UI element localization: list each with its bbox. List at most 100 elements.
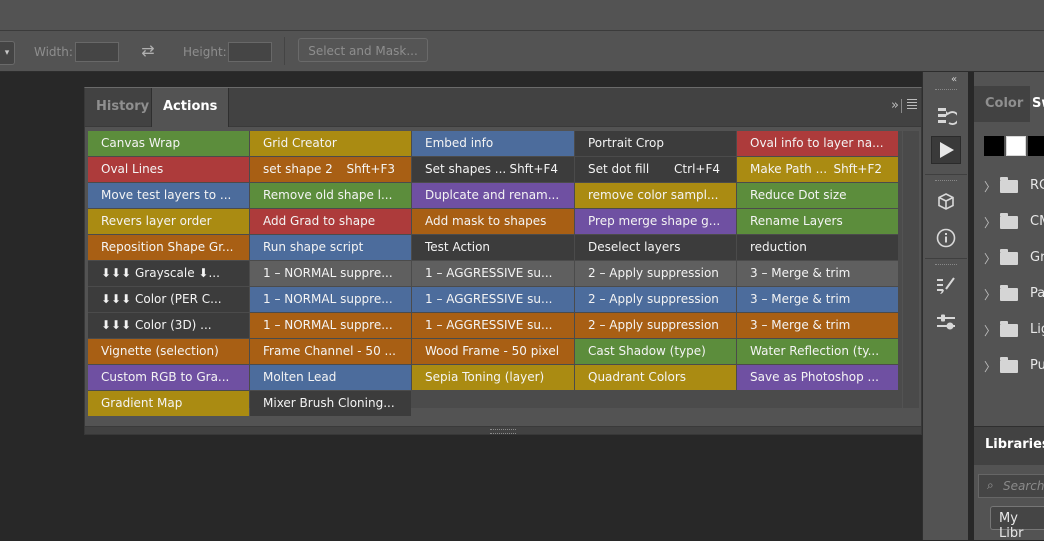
tab-actions[interactable]: Actions [151,88,230,127]
action-button[interactable]: Oval info to layer na... [737,131,898,156]
tab-history[interactable]: History [85,88,160,126]
dock-grip[interactable] [935,89,957,92]
info-icon[interactable] [931,224,961,252]
action-button[interactable]: Run shape script [250,235,411,260]
tab-swatches[interactable]: Sw [1030,86,1044,123]
action-button[interactable]: Canvas Wrap [88,131,249,156]
action-button[interactable]: Sepia Toning (layer) [412,365,574,390]
action-name: ⬇⬇⬇ Color (3D) ... [101,318,212,332]
action-button[interactable]: Molten Lead [250,365,411,390]
scrollbar[interactable] [903,131,919,408]
width-label: Width: [34,45,73,59]
swatch-group[interactable]: 〉 Pu [974,348,1044,384]
play-action-icon[interactable] [931,136,961,164]
action-button[interactable]: Grid Creator [250,131,411,156]
action-button[interactable]: 2 – Apply suppression [575,313,736,338]
action-button[interactable]: remove color sampl... [575,183,736,208]
action-name: Add mask to shapes [425,214,547,228]
action-button[interactable]: Mixer Brush Cloning... [250,391,411,416]
chevron-right-icon[interactable]: 〉 [984,322,996,339]
style-dropdown[interactable]: ▾ [0,41,15,65]
width-field[interactable] [75,42,119,62]
action-button[interactable]: Vignette (selection) [88,339,249,364]
chevron-right-icon[interactable]: 〉 [984,178,996,195]
swatch-group[interactable]: 〉 Lig [974,312,1044,348]
history-brush-icon[interactable] [931,102,961,130]
dock-grip[interactable] [935,264,957,267]
panel-menu-icon[interactable] [907,99,917,109]
action-button[interactable]: Add Grad to shape [250,209,411,234]
swatch-group[interactable]: 〉 Pa [974,276,1044,312]
libraries-title[interactable]: Libraries [985,437,1044,452]
search-input[interactable]: ⌕ Search [978,474,1044,498]
action-button[interactable]: Reposition Shape Gr... [88,235,249,260]
action-button[interactable]: ⬇⬇⬇ Grayscale ⬇... [88,261,249,286]
swatch-white[interactable] [1006,136,1026,156]
swatch-black[interactable] [984,136,1004,156]
chevron-right-icon[interactable]: 〉 [984,214,996,231]
action-button[interactable]: Prep merge shape g... [575,209,736,234]
action-button[interactable]: Test Action [412,235,574,260]
action-button[interactable]: Deselect layers [575,235,736,260]
action-button[interactable]: Gradient Map [88,391,249,416]
action-button[interactable]: Custom RGB to Gra... [88,365,249,390]
swatch-black[interactable] [1028,136,1044,156]
action-button[interactable]: Add mask to shapes [412,209,574,234]
action-button[interactable]: Reduce Dot size [737,183,898,208]
action-button[interactable]: Make Path ... Shft+F2 [737,157,898,182]
action-button[interactable]: Oval Lines [88,157,249,182]
swap-icon[interactable]: ⇄ [137,41,159,61]
chevron-right-icon[interactable]: 〉 [984,286,996,303]
action-button[interactable]: Frame Channel - 50 ... [250,339,411,364]
chevron-right-icon[interactable]: 〉 [984,358,996,375]
action-button[interactable]: reduction [737,235,898,260]
action-button[interactable]: Move test layers to ... [88,183,249,208]
action-button[interactable]: ⬇⬇⬇ Color (PER C... [88,287,249,312]
action-button[interactable]: 1 – AGGRESSIVE su... [412,261,574,286]
action-button[interactable]: Save as Photoshop ... [737,365,898,390]
select-and-mask-button[interactable]: Select and Mask... [298,38,428,62]
action-button[interactable]: 1 – NORMAL suppre... [250,287,411,312]
action-button[interactable]: 1 – AGGRESSIVE su... [412,313,574,338]
action-button[interactable]: 1 – NORMAL suppre... [250,313,411,338]
action-button[interactable]: ⬇⬇⬇ Color (3D) ... [88,313,249,338]
action-button[interactable]: set shape 2 Shft+F3 [250,157,411,182]
collapse-dock-icon[interactable]: « [951,74,957,85]
action-button[interactable]: Embed info [412,131,574,156]
swatch-group[interactable]: 〉 RG [974,168,1044,204]
height-field[interactable] [228,42,272,62]
action-button[interactable]: Rename Layers [737,209,898,234]
library-select[interactable]: My Libr [990,506,1044,541]
action-button[interactable]: Remove old shape l... [250,183,411,208]
dock-grip[interactable] [935,180,957,183]
action-button[interactable]: 3 – Merge & trim [737,287,898,312]
adjust-icon[interactable] [931,308,961,336]
action-button[interactable]: 2 – Apply suppression [575,261,736,286]
swatch-group-name: Gr [1030,250,1044,265]
action-button[interactable]: 2 – Apply suppression [575,287,736,312]
tab-color[interactable]: Color [985,86,1023,122]
swatch-group[interactable]: 〉 CM [974,204,1044,240]
action-button[interactable]: 1 – NORMAL suppre... [250,261,411,286]
collapse-panel-icon[interactable]: » [891,98,899,113]
action-button[interactable]: Water Reflection (ty... [737,339,898,364]
3d-cube-icon[interactable] [931,188,961,216]
action-button[interactable]: 3 – Merge & trim [737,313,898,338]
action-name: 1 – NORMAL suppre... [263,318,393,332]
action-button[interactable]: Cast Shadow (type) [575,339,736,364]
action-button[interactable]: Quadrant Colors [575,365,736,390]
action-button[interactable]: Duplcate and renam... [412,183,574,208]
brush-settings-icon[interactable] [931,272,961,300]
action-button[interactable]: Set dot fill Ctrl+F4 [575,157,736,182]
action-button[interactable]: Portrait Crop [575,131,736,156]
action-name: reduction [750,240,807,254]
action-button[interactable]: Wood Frame - 50 pixel [412,339,574,364]
panel-resize-handle[interactable] [85,426,921,434]
action-name: Portrait Crop [588,136,664,150]
swatch-group[interactable]: 〉 Gr [974,240,1044,276]
action-button[interactable]: 1 – AGGRESSIVE su... [412,287,574,312]
action-button[interactable]: 3 – Merge & trim [737,261,898,286]
chevron-right-icon[interactable]: 〉 [984,250,996,267]
action-button[interactable]: Revers layer order [88,209,249,234]
action-button[interactable]: Set shapes ... Shft+F4 [412,157,574,182]
